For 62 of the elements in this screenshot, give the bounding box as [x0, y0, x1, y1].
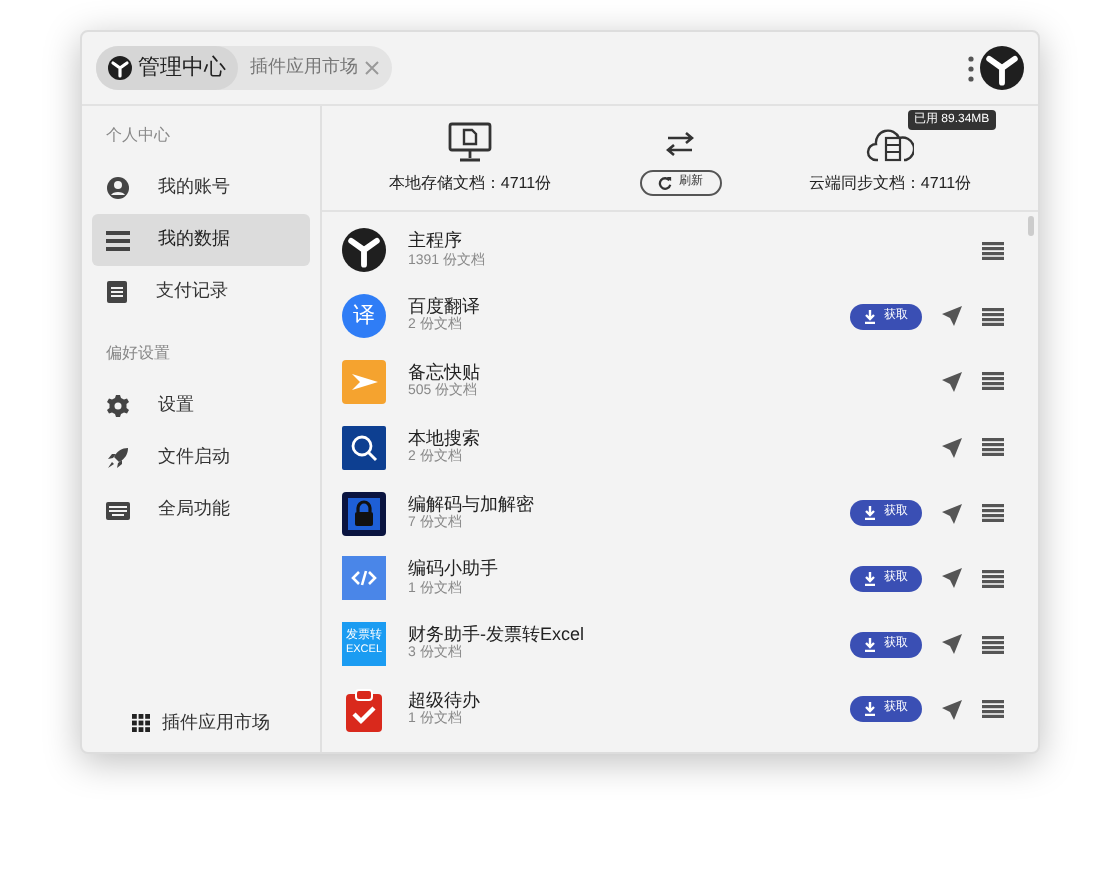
download-icon [864, 571, 876, 586]
plugin-market-link[interactable]: 插件应用市场 [92, 709, 310, 736]
download-icon [864, 309, 876, 324]
sidebar-item[interactable]: 全局功能 [92, 484, 310, 536]
menu-icon[interactable] [982, 700, 1004, 719]
menu-icon[interactable] [982, 635, 1004, 654]
list-icon [106, 229, 130, 251]
refresh-icon [657, 176, 671, 190]
send-icon[interactable] [942, 699, 962, 720]
send-icon[interactable] [942, 634, 962, 655]
menu-icon[interactable] [982, 372, 1004, 391]
memo-icon [342, 359, 386, 404]
code-icon [342, 556, 386, 601]
menu-icon[interactable] [982, 504, 1004, 523]
cloud-docs-count: 云端同步文档：4711份 [808, 172, 972, 196]
sidebar-item[interactable]: 支付记录 [92, 266, 310, 318]
tab[interactable]: 管理中心 [96, 46, 238, 90]
plugin-name: 百度翻译 [408, 296, 480, 317]
settings-icon [106, 394, 130, 418]
sidebar-item[interactable]: 我的数据 [92, 214, 310, 266]
keyboard-icon [106, 501, 130, 519]
send-icon[interactable] [942, 371, 962, 392]
section-title: 偏好设置 [104, 342, 172, 366]
local-docs-count: 本地存储文档：4711份 [388, 172, 552, 196]
send-icon[interactable] [942, 503, 962, 524]
rocket-icon [106, 446, 130, 470]
sidebar-item[interactable]: 我的账号 [92, 162, 310, 214]
download-icon [864, 702, 876, 717]
menu-icon[interactable] [982, 241, 1004, 260]
logo-icon [980, 46, 1024, 90]
menu-icon[interactable] [982, 569, 1004, 588]
search-icon [342, 425, 386, 470]
plugin-name: 备忘快贴 [408, 361, 480, 382]
sidebar-item[interactable]: 设置 [92, 380, 310, 432]
plugin-name: 编码小助手 [408, 558, 498, 580]
monitor-icon [448, 122, 492, 162]
swap-arrows-icon [666, 132, 694, 156]
send-icon[interactable] [942, 568, 962, 589]
account-icon [106, 176, 130, 200]
translate-icon: 译 [342, 294, 386, 339]
scrollbar[interactable] [1028, 216, 1034, 236]
logo-icon [108, 56, 132, 80]
menu-icon[interactable] [982, 438, 1004, 457]
plugin-name: 财务助手-发票转Excel [408, 624, 585, 645]
plugin-name: 超级待办 [408, 689, 480, 710]
sidebar-item[interactable]: 文件启动 [92, 432, 310, 484]
plugin-name: 编解码与加解密 [408, 493, 534, 514]
download-icon [864, 637, 876, 652]
document-icon [106, 280, 128, 304]
plugin-name: 主程序 [408, 230, 464, 252]
more-icon[interactable] [968, 55, 974, 81]
send-icon[interactable] [942, 306, 962, 327]
plugin-name: 本地搜索 [408, 427, 480, 448]
tab[interactable]: 插件应用市场 [238, 46, 392, 90]
send-icon[interactable] [942, 437, 962, 458]
logo-icon [342, 228, 386, 273]
menu-icon[interactable] [982, 307, 1004, 326]
download-icon [864, 506, 876, 521]
grid-icon [132, 713, 150, 732]
lock-icon [342, 491, 386, 536]
clipboard-check-icon [344, 687, 384, 732]
section-title: 个人中心 [104, 124, 172, 148]
